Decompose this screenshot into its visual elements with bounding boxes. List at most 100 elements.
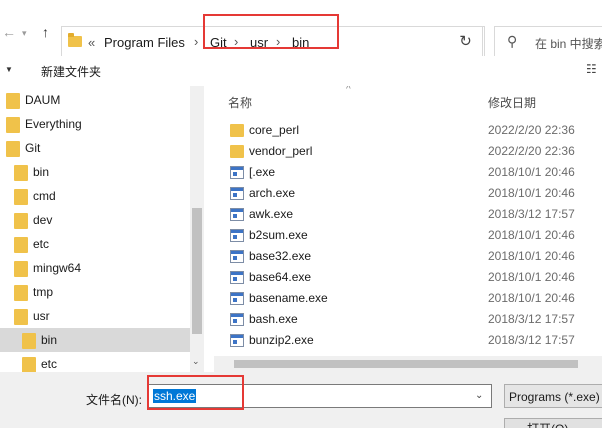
file-date: 2018/10/1 20:46 — [488, 291, 575, 305]
executable-icon — [230, 313, 244, 326]
filename-label: 文件名(N): — [86, 393, 142, 407]
file-date: 2018/10/1 20:46 — [488, 165, 575, 179]
breadcrumb-overflow[interactable]: « — [88, 35, 95, 50]
executable-icon — [230, 334, 244, 347]
breadcrumb-separator[interactable]: › — [234, 34, 238, 49]
file-date: 2022/2/20 22:36 — [488, 123, 575, 137]
list-scrollbar-thumb[interactable] — [234, 360, 578, 368]
folder-icon — [6, 93, 20, 109]
tree-item-mingw64[interactable]: mingw64 — [0, 256, 190, 280]
tree-item-label: Git — [25, 141, 41, 155]
file-date: 2018/10/1 20:46 — [488, 249, 575, 263]
file-name: core_perl — [249, 123, 300, 137]
list-horizontal-scrollbar[interactable] — [214, 356, 602, 372]
file-name: base32.exe — [249, 249, 312, 263]
file-name: base64.exe — [249, 270, 312, 284]
command-toolbar: ▼ 新建文件夹 ☷ — [0, 56, 602, 86]
chevron-down-icon[interactable]: ⌄ — [475, 390, 483, 401]
tree-item-label: etc — [33, 237, 50, 251]
file-name: arch.exe — [249, 186, 296, 200]
tree-item-everything[interactable]: Everything — [0, 112, 190, 136]
folder-icon — [68, 33, 82, 47]
list-item[interactable]: bash.exe 2018/3/12 17:57 — [214, 309, 602, 330]
new-folder-button[interactable]: 新建文件夹 — [41, 63, 101, 80]
search-box[interactable]: ⚲ 在 bin 中搜索 — [494, 26, 602, 58]
breadcrumb-program-files[interactable]: Program Files — [104, 35, 185, 50]
breadcrumb-separator[interactable]: › — [194, 34, 198, 49]
filename-value: ssh.exe — [153, 389, 197, 403]
list-item[interactable]: base64.exe 2018/10/1 20:46 — [214, 267, 602, 288]
folder-icon — [14, 213, 28, 229]
refresh-icon: ↻ — [459, 33, 472, 50]
view-options-icon[interactable]: ☷ — [586, 62, 597, 76]
tree-item-label: etc — [41, 357, 58, 371]
tree-scrollbar-thumb[interactable] — [192, 208, 202, 334]
tree-item-label: cmd — [33, 189, 56, 203]
filetype-value: Programs (*.exe) — [509, 390, 600, 404]
column-header-modified[interactable]: 修改日期 — [488, 94, 536, 111]
list-item[interactable]: [.exe 2018/10/1 20:46 — [214, 162, 602, 183]
tree-item-label: tmp — [33, 285, 54, 299]
executable-icon — [230, 229, 244, 242]
tree-item-daum[interactable]: DAUM — [0, 88, 190, 112]
folder-icon — [14, 189, 28, 205]
executable-icon — [230, 187, 244, 200]
file-name: bash.exe — [249, 312, 298, 326]
tree-item-git[interactable]: Git — [0, 136, 190, 160]
tree-item-dev[interactable]: dev — [0, 208, 190, 232]
breadcrumb-usr[interactable]: usr — [250, 35, 268, 50]
tree-item-bin[interactable]: bin — [0, 160, 190, 184]
list-item[interactable]: bunzip2.exe 2018/3/12 17:57 — [214, 330, 602, 351]
tree-item-label: mingw64 — [33, 261, 82, 275]
executable-icon — [230, 292, 244, 305]
list-item[interactable]: basename.exe 2018/10/1 20:46 — [214, 288, 602, 309]
navigation-bar: ← ▾ ↑ « Program Files › Git › usr › bin … — [0, 10, 602, 58]
file-date: 2018/3/12 17:57 — [488, 333, 575, 347]
tree-item-etc[interactable]: etc — [0, 232, 190, 256]
arrow-left-icon[interactable]: ← — [2, 24, 16, 40]
tree-item-label: dev — [33, 213, 53, 227]
folder-icon — [230, 145, 244, 158]
refresh-button[interactable]: ↻ — [449, 26, 483, 58]
tree-scrollbar[interactable]: ⌄ — [190, 86, 204, 372]
file-list: ^ 名称 修改日期 core_perl 2022/2/20 22:36 vend… — [214, 86, 602, 356]
list-item[interactable]: vendor_perl 2022/2/20 22:36 — [214, 141, 602, 162]
list-item[interactable]: awk.exe 2018/3/12 17:57 — [214, 204, 602, 225]
file-date: 2018/10/1 20:46 — [488, 228, 575, 242]
tree-item-label: bin — [33, 165, 50, 179]
tree-item-usr[interactable]: usr — [0, 304, 190, 328]
list-item[interactable]: core_perl 2022/2/20 22:36 — [214, 120, 602, 141]
folder-icon — [6, 141, 20, 157]
folder-icon — [14, 165, 28, 181]
folder-icon — [14, 237, 28, 253]
window-title-strip — [0, 0, 602, 10]
filetype-select[interactable]: Programs (*.exe) — [504, 384, 602, 408]
list-item[interactable]: base32.exe 2018/10/1 20:46 — [214, 246, 602, 267]
tree-item-usr-bin[interactable]: bin — [0, 328, 190, 352]
breadcrumb-bin[interactable]: bin — [292, 35, 309, 50]
folder-icon — [14, 261, 28, 277]
breadcrumb-separator[interactable]: › — [276, 34, 280, 49]
scroll-down-icon[interactable]: ⌄ — [192, 356, 200, 367]
organize-dropdown-icon[interactable]: ▼ — [5, 65, 13, 74]
file-name: awk.exe — [249, 207, 294, 221]
file-date: 2022/2/20 22:36 — [488, 144, 575, 158]
search-icon: ⚲ — [507, 33, 518, 49]
tree-item-usr-etc[interactable]: etc — [0, 352, 190, 372]
address-bar[interactable]: « Program Files › Git › usr › bin ⌄ — [61, 26, 485, 58]
column-header-name[interactable]: 名称 — [228, 94, 252, 111]
list-item[interactable]: arch.exe 2018/10/1 20:46 — [214, 183, 602, 204]
arrow-up-icon[interactable]: ↑ — [42, 24, 49, 40]
folder-icon — [6, 117, 20, 133]
filename-input[interactable]: ssh.exe ⌄ — [148, 384, 492, 408]
tree-item-cmd[interactable]: cmd — [0, 184, 190, 208]
breadcrumb-git[interactable]: Git — [210, 35, 227, 50]
tree-item-tmp[interactable]: tmp — [0, 280, 190, 304]
file-name: vendor_perl — [249, 144, 313, 158]
list-item[interactable]: b2sum.exe 2018/10/1 20:46 — [214, 225, 602, 246]
file-name: [.exe — [249, 165, 276, 179]
folder-icon — [22, 357, 36, 372]
chevron-down-icon[interactable]: ▾ — [22, 28, 27, 39]
open-button[interactable]: 打开(O) — [504, 418, 602, 428]
file-name: basename.exe — [249, 291, 328, 305]
